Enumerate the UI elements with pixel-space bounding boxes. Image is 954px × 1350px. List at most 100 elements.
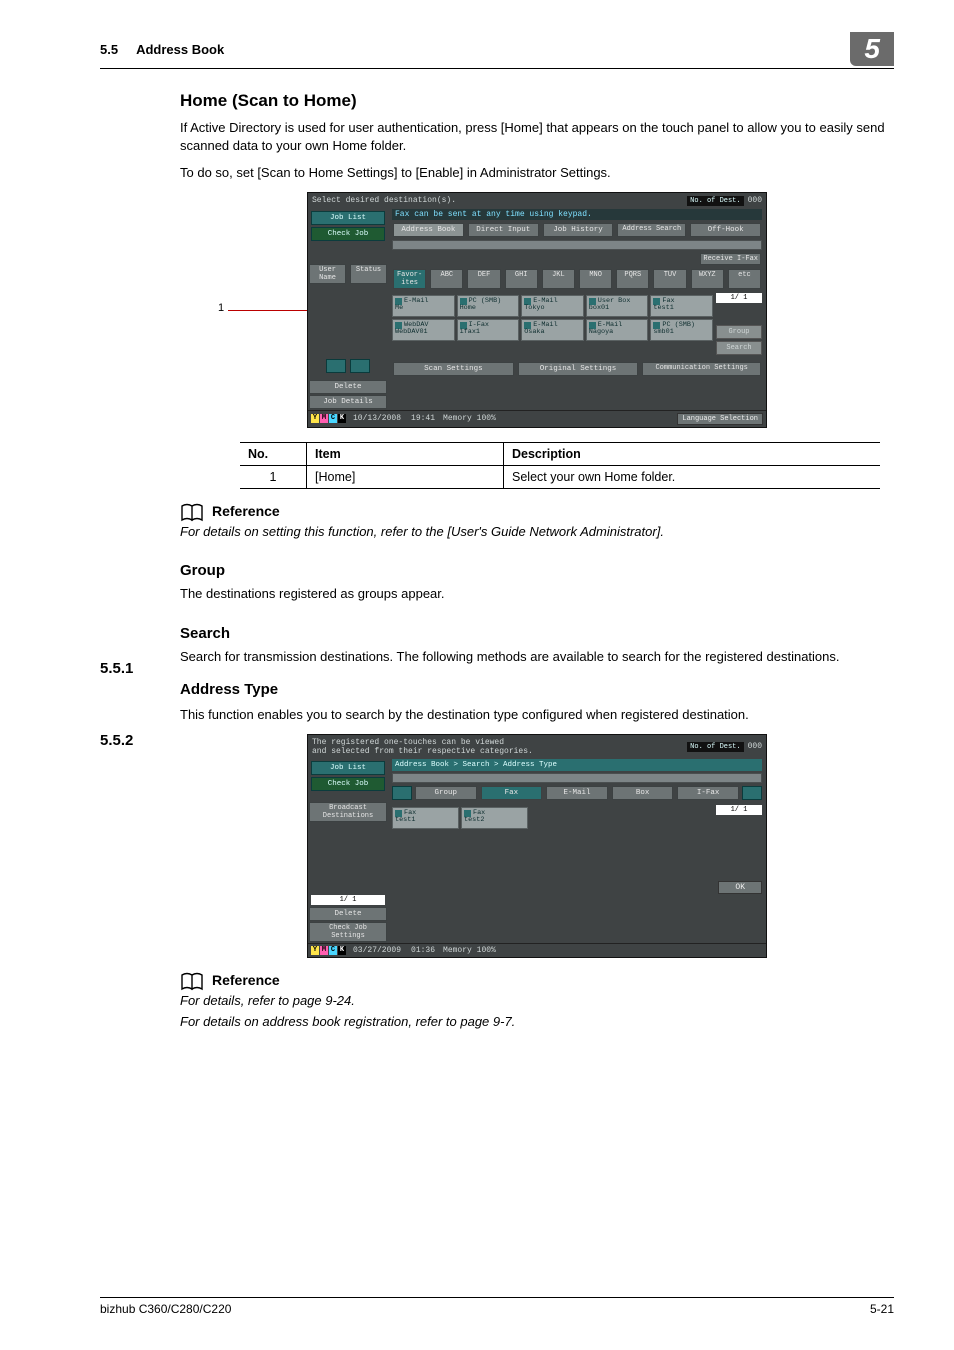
sec-no-551: 5.5.1 — [100, 660, 133, 677]
btn-search[interactable]: Search — [716, 341, 762, 355]
tile-email-me[interactable]: E-MailMe — [392, 295, 455, 317]
btn-receive-ifax[interactable]: Receive I-Fax — [700, 253, 761, 265]
tab-check-job[interactable]: Check Job — [311, 227, 385, 241]
screenshot-1: Select desired destination(s). No. of De… — [307, 192, 767, 428]
toner2-k-icon: K — [338, 946, 346, 955]
tile2-fax-test2[interactable]: Faxtest2 — [461, 807, 528, 829]
btn-original-settings[interactable]: Original Settings — [518, 362, 639, 376]
cat-email[interactable]: E-Mail — [546, 786, 608, 800]
time: 19:41 — [411, 414, 435, 423]
btn-job-details[interactable]: Job Details — [309, 395, 387, 409]
screenshot-2: The registered one-touches can be viewed… — [307, 734, 767, 958]
idx-abc[interactable]: ABC — [430, 269, 463, 289]
btn-language[interactable]: Language Selection — [677, 413, 763, 425]
cat-group[interactable]: Group — [415, 786, 477, 800]
callout-1: 1 — [218, 302, 224, 314]
tab2-job-list[interactable]: Job List — [311, 761, 385, 775]
btn-delete[interactable]: Delete — [309, 380, 387, 394]
tile-fax-test1[interactable]: Faxtest1 — [650, 295, 713, 317]
tile-ifax[interactable]: I-Faxifax1 — [457, 319, 520, 341]
arrow-right-icon[interactable] — [742, 786, 762, 800]
idx-mno[interactable]: MNO — [579, 269, 612, 289]
chapter-tab: 5 — [850, 32, 894, 66]
cat-fax[interactable]: Fax — [481, 786, 543, 800]
index-row: Favor- ites ABC DEF GHI JKL MNO PQRS TUV… — [392, 268, 762, 290]
idx-etc[interactable]: etc — [728, 269, 761, 289]
th-item: Item — [307, 442, 504, 465]
tile-pc-home[interactable]: PC (SMB)Home — [457, 295, 520, 317]
btn2-check-job-settings[interactable]: Check Job Settings — [309, 922, 387, 942]
breadcrumb: Address Book > Search > Address Type — [392, 759, 762, 771]
btn-status[interactable]: Status — [350, 264, 387, 284]
page-indicator: 1/ 1 — [716, 293, 762, 303]
dest-val: 000 — [748, 196, 762, 205]
tile-webdav[interactable]: WebDAVWebDAV01 — [392, 319, 455, 341]
tile2-fax-test1[interactable]: Faxtest1 — [392, 807, 459, 829]
address-type-p: This function enables you to search by t… — [180, 706, 894, 724]
idx-tuv[interactable]: TUV — [653, 269, 686, 289]
ref2-l1: For details, refer to page 9-24. — [180, 992, 894, 1010]
tile-box01[interactable]: User Boxbox01 — [586, 295, 649, 317]
arrow-down-icon[interactable] — [350, 359, 370, 373]
tab-direct-input[interactable]: Direct Input — [468, 223, 539, 237]
tab-address-book[interactable]: Address Book — [393, 223, 464, 237]
toner2-c-icon: C — [329, 946, 337, 955]
idx-def[interactable]: DEF — [467, 269, 500, 289]
sec-no-552: 5.5.2 — [100, 732, 133, 749]
tab-job-history[interactable]: Job History — [543, 223, 614, 237]
idx-pqrs[interactable]: PQRS — [616, 269, 649, 289]
btn-scan-settings[interactable]: Scan Settings — [393, 362, 514, 376]
footer: bizhub C360/C280/C220 5-21 — [100, 1297, 894, 1316]
ref2-l2: For details on address book registration… — [180, 1013, 894, 1031]
item-table: No. Item Description 1 [Home] Select you… — [240, 442, 880, 489]
toner-k-icon: K — [338, 414, 346, 423]
cat-box[interactable]: Box — [612, 786, 674, 800]
address-type-heading: Address Type — [180, 681, 894, 698]
btn-group[interactable]: Group — [716, 325, 762, 339]
date2: 03/27/2009 — [353, 946, 401, 955]
btn-user-name[interactable]: User Name — [309, 264, 346, 284]
btn-ok[interactable]: OK — [718, 881, 762, 894]
idx-ghi[interactable]: GHI — [505, 269, 538, 289]
dest-val2: 000 — [748, 742, 762, 751]
page: 5.5 Address Book 5 Home (Scan to Home) I… — [0, 0, 954, 1350]
idx-fav[interactable]: Favor- ites — [393, 269, 426, 289]
reference-2: Reference — [180, 972, 894, 992]
ref2-title: Reference — [212, 972, 280, 988]
content: Home (Scan to Home) If Active Directory … — [100, 91, 894, 540]
tile-email-osaka[interactable]: E-MailOsaka — [521, 319, 584, 341]
footer-model: bizhub C360/C280/C220 — [100, 1302, 231, 1316]
home-heading: Home (Scan to Home) — [180, 91, 894, 111]
running-header: 5.5 Address Book 5 — [100, 32, 894, 69]
btn-comm-settings[interactable]: Communication Settings — [642, 362, 761, 376]
tile-smb01[interactable]: PC (SMB)smb01 — [650, 319, 713, 341]
lbl-broadcast: Broadcast Destinations — [309, 802, 387, 822]
tile-email-nagoya[interactable]: E-MailNagoya — [586, 319, 649, 341]
tab2-check-job[interactable]: Check Job — [311, 777, 385, 791]
tab-address-search[interactable]: Address Search — [617, 223, 686, 237]
tab-job-list[interactable]: Job List — [311, 211, 385, 225]
tab-off-hook[interactable]: Off-Hook — [690, 223, 761, 237]
group-p: The destinations registered as groups ap… — [180, 585, 894, 603]
footer-page: 5-21 — [870, 1302, 894, 1316]
arrow-up-icon[interactable] — [326, 359, 346, 373]
toner-m-icon: M — [320, 414, 328, 423]
section-title: Address Book — [136, 42, 850, 57]
toner-y-icon: Y — [311, 414, 319, 423]
idx-jkl[interactable]: JKL — [542, 269, 575, 289]
home-p1: If Active Directory is used for user aut… — [180, 119, 894, 154]
dest-label: No. of Dest. — [687, 196, 743, 206]
th-desc: Description — [504, 442, 881, 465]
toner-c-icon: C — [329, 414, 337, 423]
idx-wxyz[interactable]: WXYZ — [691, 269, 724, 289]
btn2-delete[interactable]: Delete — [309, 907, 387, 921]
dest-label2: No. of Dest. — [687, 742, 743, 752]
arrow-left-icon[interactable] — [392, 786, 412, 800]
tile-email-tokyo[interactable]: E-MailTokyo — [521, 295, 584, 317]
page2-indicator: 1/ 1 — [716, 805, 762, 815]
panel-msg: Select desired destination(s). — [312, 196, 687, 205]
section-number: 5.5 — [100, 42, 118, 57]
cat-ifax[interactable]: I-Fax — [677, 786, 739, 800]
book-icon — [180, 972, 206, 992]
date: 10/13/2008 — [353, 414, 401, 423]
